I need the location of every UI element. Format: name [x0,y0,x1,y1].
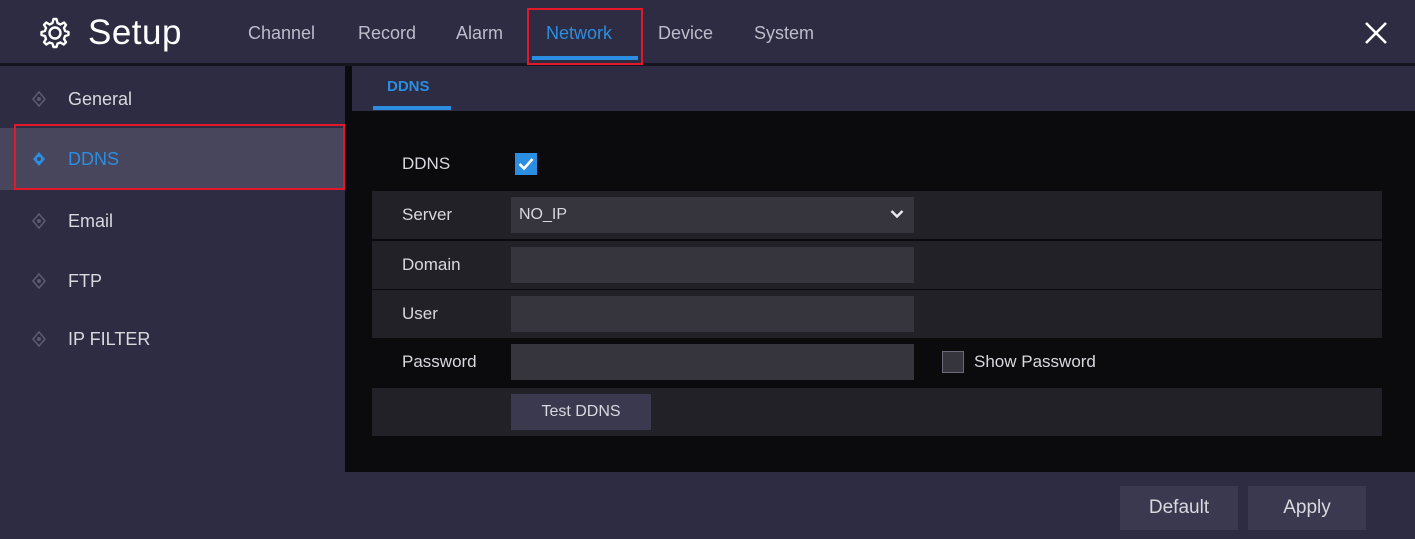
sidebar-item-label: General [68,88,133,109]
show-password-label: Show Password [974,352,1096,371]
sidebar-item-ip-filter[interactable]: IP FILTER [0,308,345,370]
server-row: Server NO_IP [372,191,1382,239]
tab-channel[interactable]: Channel [248,18,315,48]
ddns-enable-checkbox[interactable] [515,153,537,175]
tab-ddns[interactable]: DDNS [387,78,430,95]
tab-system[interactable]: System [754,18,814,48]
active-subtab-underline [373,106,451,110]
diamond-icon [31,213,47,229]
chevron-down-icon [890,210,904,219]
close-icon [1365,22,1387,44]
check-icon [518,158,534,171]
server-label: Server [402,205,453,224]
default-button[interactable]: Default [1120,486,1238,530]
tab-alarm[interactable]: Alarm [456,18,503,48]
sidebar-item-ftp[interactable]: FTP [0,250,345,312]
sidebar-item-label: FTP [68,270,102,291]
domain-label: Domain [402,255,461,274]
password-field[interactable] [511,344,914,380]
show-password-checkbox[interactable] [942,351,964,373]
ddns-label: DDNS [402,154,451,173]
page-title: Setup [88,13,182,52]
tab-device[interactable]: Device [658,18,713,48]
subtab-bar: DDNS [352,66,1415,111]
tab-record[interactable]: Record [358,18,416,48]
test-row: Test DDNS [372,388,1382,436]
domain-field[interactable] [511,247,914,283]
top-navigation-bar: Setup Channel Record Alarm Network Devic… [0,0,1415,66]
close-button[interactable] [1361,18,1391,48]
user-label: User [402,304,438,323]
ddns-highlight-box [14,124,345,190]
password-row: Password Show Password [372,338,1382,386]
gear-icon [34,12,76,54]
sidebar-item-email[interactable]: Email [0,190,345,252]
diamond-icon [31,331,47,347]
domain-row: Domain [372,241,1382,289]
sidebar-item-general[interactable]: General [0,68,345,130]
test-ddns-button[interactable]: Test DDNS [511,394,651,430]
sidebar-item-label: Email [68,210,114,231]
apply-button[interactable]: Apply [1248,486,1366,530]
network-highlight-box [527,8,643,65]
footer-bar: Default Apply [345,472,1415,539]
diamond-icon [31,273,47,289]
server-select[interactable]: NO_IP [511,197,914,233]
user-row: User [372,290,1382,338]
diamond-icon [31,91,47,107]
password-label: Password [402,352,477,371]
user-field[interactable] [511,296,914,332]
ddns-enable-row: DDNS [372,140,1382,188]
server-value: NO_IP [519,206,568,223]
brand: Setup [34,11,182,55]
sidebar-item-label: IP FILTER [68,328,151,349]
